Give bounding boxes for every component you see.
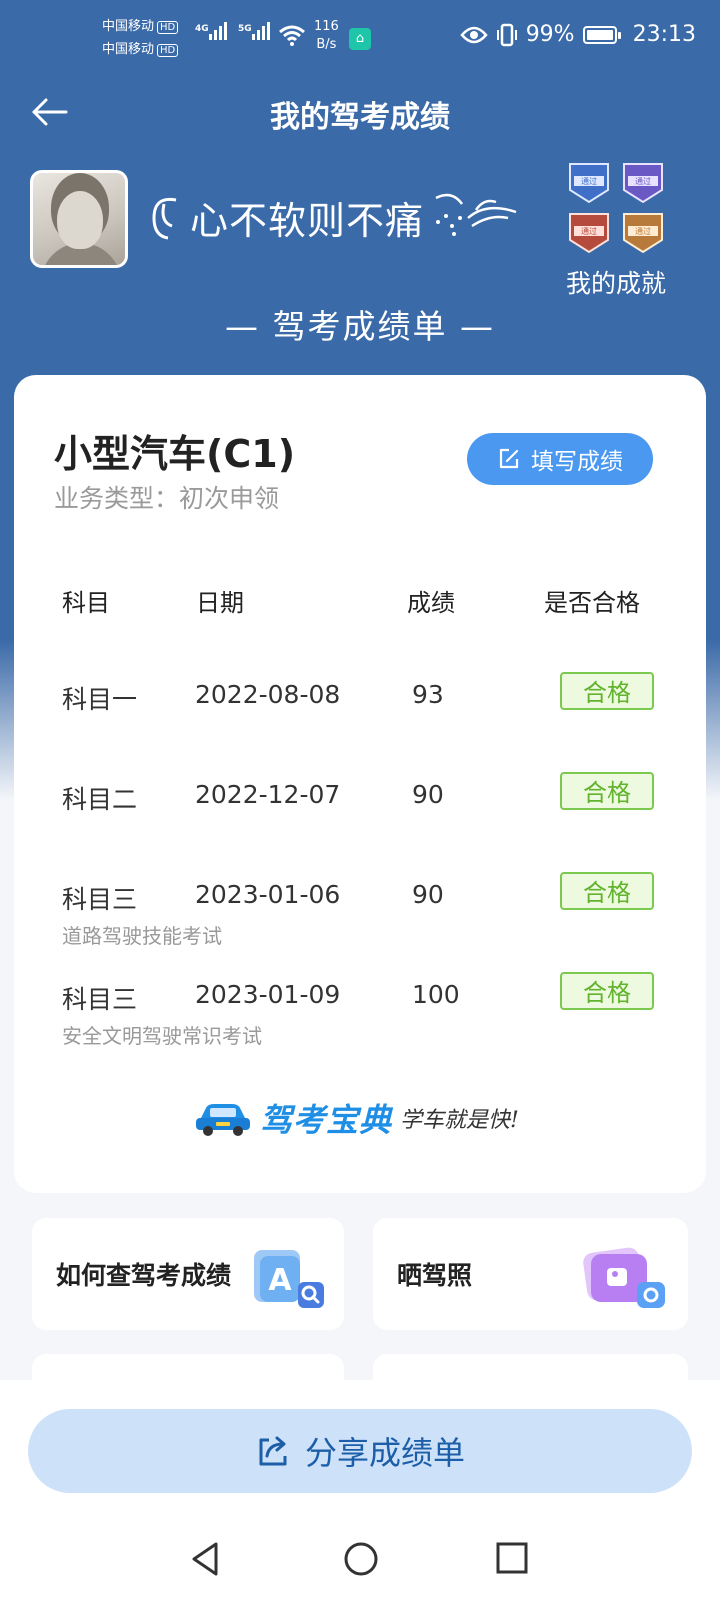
vibrate-icon (496, 23, 517, 46)
hd-badge: HD (157, 21, 179, 34)
network-type-2: 5G (238, 24, 252, 34)
svg-text:A: A (268, 1263, 292, 1298)
brand-logo: 驾考宝典 学车就是快! (194, 1095, 519, 1141)
battery-percent: 99% (525, 22, 575, 47)
svg-text:通过: 通过 (635, 176, 651, 186)
table-row: 科目二 2022-12-07 90 合格 (14, 772, 706, 876)
report-subtitle: — 驾考成绩单 — (225, 307, 495, 346)
clock: 23:13 (632, 22, 696, 47)
svg-text:通过: 通过 (581, 226, 597, 236)
row-subject: 科目二 (62, 785, 138, 814)
row-date: 2022-08-08 (195, 680, 341, 709)
share-report-button[interactable]: 分享成绩单 (28, 1409, 692, 1493)
nav-home-icon[interactable] (342, 1540, 380, 1578)
row-note: 道路驾驶技能考试 (62, 924, 222, 948)
share-icon (259, 1436, 287, 1466)
fill-score-button[interactable]: 填写成绩 (467, 433, 653, 485)
heart-swirl-icon (152, 197, 177, 240)
car-logo-icon (196, 1104, 250, 1136)
row-subject: 科目一 (62, 685, 138, 714)
col-score: 成绩 (407, 589, 455, 617)
brand-slogan: 学车就是快! (400, 1108, 519, 1133)
business-type: 业务类型：初次申领 (54, 484, 280, 513)
share-label: 分享成绩单 (304, 1434, 465, 1472)
row-score: 93 (412, 680, 444, 709)
col-subject: 科目 (62, 589, 110, 617)
avatar[interactable] (30, 170, 128, 268)
row-date: 2023-01-06 (195, 880, 341, 909)
row-note: 安全文明驾驶常识考试 (62, 1024, 262, 1048)
hd-badge: HD (157, 44, 179, 57)
system-nav-bar (0, 1520, 720, 1600)
search-document-icon: A (254, 1250, 324, 1308)
col-pass: 是否合格 (544, 589, 640, 617)
row-date: 2023-01-09 (195, 980, 341, 1009)
pass-badge: 合格 (560, 872, 654, 910)
nav-recents-icon[interactable] (494, 1540, 530, 1576)
col-date: 日期 (196, 589, 244, 617)
tile-label: 如何查驾考成绩 (56, 1261, 232, 1290)
row-subject: 科目三 (62, 885, 138, 914)
signal-icon (252, 22, 270, 40)
status-bar: 中国移动 HD 中国移动 HD 4G 5G 116 B/s ⌂ 99% 23:13 (0, 0, 720, 80)
pass-badge: 合格 (560, 772, 654, 810)
nickname: 心不软则不痛 (190, 199, 425, 243)
photo-camera-icon (583, 1247, 665, 1308)
nav-bar: 我的驾考成绩 (0, 80, 720, 144)
brand-name: 驾考宝典 (260, 1101, 393, 1139)
pass-badge: 合格 (560, 672, 654, 710)
score-card: 小型汽车(C1) 业务类型：初次申领 填写成绩 科目 日期 成绩 是否合格 科目… (14, 375, 706, 1193)
badge-icon: 通过 (566, 160, 612, 204)
tile-label: 晒驾照 (397, 1261, 473, 1290)
table-row: 科目三 2023-01-09 100 安全文明驾驶常识考试 合格 (14, 972, 706, 1076)
row-score: 90 (412, 880, 444, 909)
carrier-info: 中国移动 HD 中国移动 HD (102, 16, 179, 62)
tile-share-license[interactable]: 晒驾照 (373, 1218, 688, 1330)
signal-icon (209, 22, 227, 40)
svg-text:通过: 通过 (581, 176, 597, 186)
row-date: 2022-12-07 (195, 780, 341, 809)
carrier-2: 中国移动 (102, 42, 155, 57)
edit-icon (499, 448, 519, 469)
page-title: 我的驾考成绩 (270, 100, 450, 135)
table-row: 科目三 2023-01-06 90 道路驾驶技能考试 合格 (14, 872, 706, 976)
eye-icon (460, 26, 488, 43)
achievement-badges[interactable]: 通过 通过 通过 通过 (566, 160, 670, 260)
table-row: 科目一 2022-08-08 93 合格 (14, 672, 706, 776)
battery-icon (582, 25, 621, 44)
tile-check-score[interactable]: 如何查驾考成绩 A (32, 1218, 344, 1330)
wings-decoration-icon (435, 193, 517, 236)
network-type-1: 4G (195, 24, 209, 34)
row-score: 90 (412, 780, 444, 809)
badge-icon: 通过 (566, 210, 612, 254)
my-achievements-link[interactable]: 我的成就 (560, 264, 672, 300)
row-subject: 科目三 (62, 985, 138, 1014)
badge-icon: 通过 (620, 160, 666, 204)
network-speed: 116 B/s (314, 19, 339, 52)
nav-back-icon[interactable] (188, 1540, 222, 1578)
row-score: 100 (412, 980, 460, 1009)
pass-badge: 合格 (560, 972, 654, 1010)
license-title: 小型汽车(C1) (54, 432, 296, 476)
carrier-1: 中国移动 (102, 19, 155, 34)
wifi-icon (279, 25, 305, 46)
svg-text:通过: 通过 (635, 226, 651, 236)
status-right: 99% 23:13 (460, 22, 696, 47)
badge-icon: 通过 (620, 210, 666, 254)
home-app-icon: ⌂ (349, 28, 371, 50)
fill-score-label: 填写成绩 (531, 449, 623, 475)
